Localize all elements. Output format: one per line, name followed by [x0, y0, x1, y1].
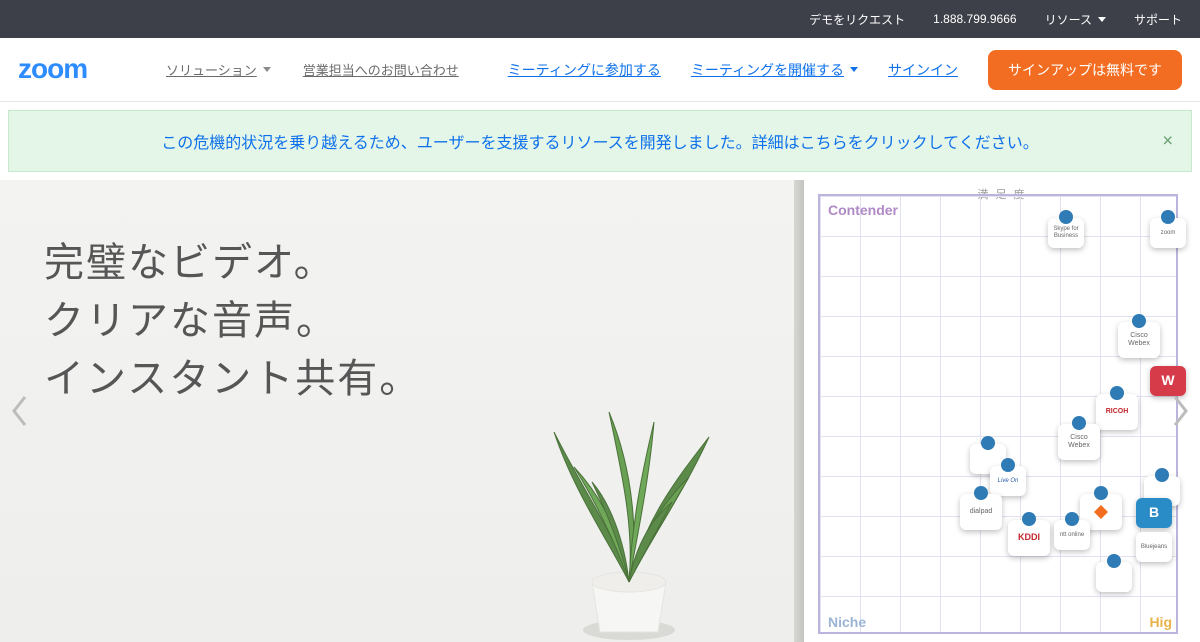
svg-text:zoom: zoom: [18, 56, 87, 84]
contact-sales-link[interactable]: 営業担当へのお問い合わせ: [303, 60, 459, 79]
quadrant-label-contender: Contender: [828, 202, 898, 218]
logo[interactable]: zoom: [18, 56, 138, 84]
sign-up-button[interactable]: サインアップは無料です: [988, 50, 1182, 90]
solutions-label: ソリューション: [166, 60, 257, 79]
hero-line-2: クリアな音声。: [44, 299, 338, 343]
nav-right: ミーティングに参加する ミーティングを開催する サインイン サインアップは無料で…: [508, 50, 1182, 90]
support-link[interactable]: サポート: [1134, 11, 1182, 28]
hero-line-3: インスタント共有。: [44, 357, 421, 401]
resources-label: リソース: [1045, 11, 1092, 28]
solutions-menu[interactable]: ソリューション: [166, 60, 271, 79]
quadrant-label-niche: Niche: [828, 614, 866, 630]
chip-zoom: zoom: [1150, 218, 1186, 248]
host-meeting-label: ミーティングを開催する: [691, 60, 844, 80]
hero-left-panel: 完璧なビデオ。 クリアな音声。 インスタント共有。: [0, 180, 804, 642]
chevron-left-icon: [10, 394, 28, 428]
main-header: zoom ソリューション 営業担当へのお問い合わせ ミーティングに参加する ミー…: [0, 38, 1200, 102]
hero-section: 完璧なビデオ。 クリアな音声。 インスタント共有。: [0, 180, 1200, 642]
plant-image: [514, 382, 744, 642]
phone-link[interactable]: 1.888.799.9666: [933, 12, 1016, 26]
chevron-down-icon: [1098, 17, 1106, 22]
chevron-right-icon: [1172, 394, 1190, 428]
carousel-prev-button[interactable]: [4, 381, 34, 441]
hero-right-panel: 満 足 度 Contender Niche Hig Skype for Busi…: [804, 180, 1200, 642]
chevron-down-icon: [850, 67, 858, 72]
chevron-down-icon: [263, 67, 271, 72]
nav-left: ソリューション 営業担当へのお問い合わせ: [166, 60, 459, 79]
chip-dialpad: dialpad: [960, 494, 1002, 530]
demo-request-link[interactable]: デモをリクエスト: [809, 11, 905, 28]
chip-kddi: KDDI: [1008, 520, 1050, 556]
quadrant-grid: Contender Niche Hig Skype for Business z…: [818, 194, 1178, 634]
chip-ntt: ntt online: [1054, 520, 1090, 550]
chip-b: B: [1136, 498, 1172, 528]
carousel-next-button[interactable]: [1166, 381, 1196, 441]
sign-in-link[interactable]: サインイン: [888, 60, 958, 80]
chip-skype: Skype for Business: [1048, 218, 1084, 248]
join-meeting-link[interactable]: ミーティングに参加する: [508, 60, 661, 80]
chip-bluejeans: Bluejeans: [1136, 532, 1172, 562]
chip-ricoh: RICOH: [1096, 394, 1138, 430]
wall-edge: [794, 180, 804, 642]
chip-liveon: Live On: [990, 466, 1026, 496]
chip-misc: [1096, 562, 1132, 592]
zoom-logo-icon: zoom: [18, 56, 138, 84]
close-icon[interactable]: ×: [1162, 131, 1173, 152]
info-banner-text: この危機的状況を乗り越えるため、ユーザーを支援するリソースを開発しました。詳細は…: [161, 129, 1038, 153]
resources-link[interactable]: リソース: [1045, 11, 1106, 28]
utility-bar: デモをリクエスト 1.888.799.9666 リソース サポート: [0, 0, 1200, 38]
info-banner[interactable]: この危機的状況を乗り越えるため、ユーザーを支援するリソースを開発しました。詳細は…: [8, 110, 1192, 172]
chip-cisco-1: Cisco Webex: [1118, 322, 1160, 358]
hero-line-1: 完璧なビデオ。: [44, 241, 336, 285]
quadrant-label-high: Hig: [1149, 614, 1172, 630]
chip-cisco-2: Cisco Webex: [1058, 424, 1100, 460]
host-meeting-menu[interactable]: ミーティングを開催する: [691, 60, 858, 80]
